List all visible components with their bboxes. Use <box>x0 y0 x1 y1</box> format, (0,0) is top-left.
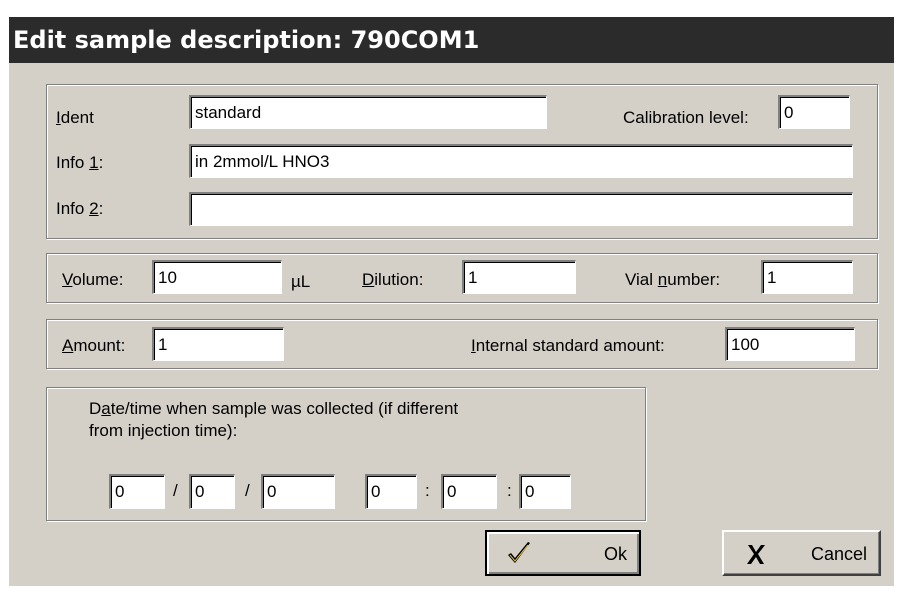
dilution-input[interactable] <box>462 260 576 294</box>
checkmark-icon <box>508 542 530 563</box>
vial-number-label: Vial number: <box>625 270 721 289</box>
calibration-level-label: Calibration level: <box>623 108 749 127</box>
minute-input[interactable] <box>441 474 497 509</box>
amount-input[interactable] <box>152 327 284 361</box>
ident-label: Ident <box>56 108 94 127</box>
date-time-label-line1: Date/time when sample was collected (if … <box>89 399 459 418</box>
edit-sample-dialog: Edit sample description: 790COM1 Ident C… <box>8 16 894 586</box>
ok-button[interactable]: Ok <box>485 530 641 576</box>
internal-standard-amount-input[interactable] <box>725 327 855 361</box>
cancel-label: Cancel <box>810 544 867 564</box>
volume-label: Volume: <box>62 270 124 289</box>
info1-input[interactable] <box>189 144 853 178</box>
ok-label: Ok <box>603 544 627 564</box>
calibration-level-input[interactable] <box>778 95 850 129</box>
volume-unit-label: µL <box>291 272 311 291</box>
date-separator-2: / <box>245 481 250 500</box>
amount-label: Amount: <box>62 336 126 355</box>
day-input[interactable] <box>109 474 165 509</box>
vial-number-input[interactable] <box>761 260 853 294</box>
info2-input[interactable] <box>189 192 853 226</box>
second-input[interactable] <box>519 474 571 509</box>
hour-input[interactable] <box>365 474 417 509</box>
time-separator-1: : <box>425 481 430 500</box>
cancel-button[interactable]: Cancel <box>722 530 881 576</box>
dialog-title: Edit sample description: 790COM1 <box>9 17 894 63</box>
dilution-label: Dilution: <box>362 270 424 289</box>
info2-label: Info 2: <box>56 199 104 218</box>
month-input[interactable] <box>189 474 235 509</box>
time-separator-2: : <box>507 481 512 500</box>
date-time-label-line2: from injection time): <box>89 421 238 440</box>
year-input[interactable] <box>261 474 335 509</box>
x-cross-icon <box>747 545 765 564</box>
info1-label: Info 1: <box>56 153 104 172</box>
ident-input[interactable] <box>189 95 547 129</box>
volume-input[interactable] <box>152 260 282 294</box>
date-separator-1: / <box>173 481 178 500</box>
internal-standard-amount-label: Internal standard amount: <box>471 336 665 355</box>
